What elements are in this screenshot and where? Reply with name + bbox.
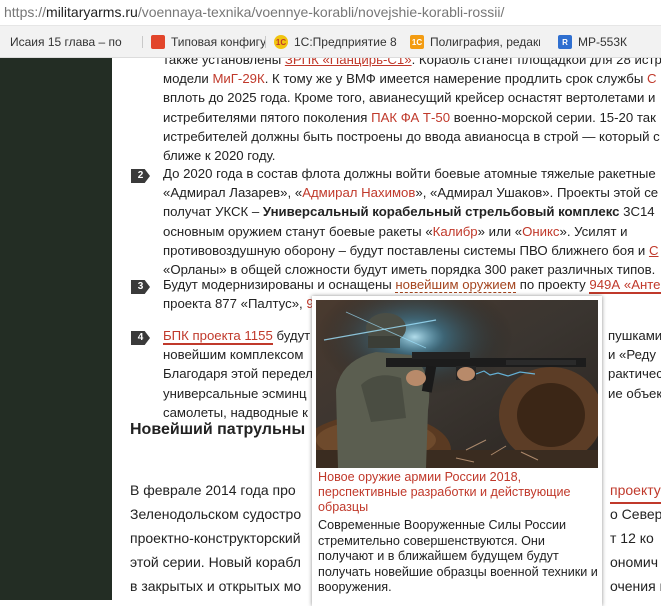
section-heading: Новейший патрульны [130,421,306,438]
bookmark-label: Типовая конфигурац [171,35,265,49]
url-path: /voennaya-texnika/voennye-korabli/novejs… [137,4,505,20]
link-bpk-1155[interactable]: БПК проекта 1155 [163,328,273,345]
link-project-truncated[interactable]: проекту 2 [610,478,661,504]
link-pak-fa[interactable]: ПАК ФА Т-50 [371,110,450,125]
bookmark-label: Исаия 15 глава – по [10,35,122,49]
link-admiral-nakhimov[interactable]: Адмирал Нахимов [302,185,415,200]
link-newest-weapon[interactable]: новейшим оружием [395,277,517,293]
bookmark-tipovaya[interactable]: Типовая конфигурац [151,32,265,52]
bookmarks-bar: Исаия 15 глава – по Типовая конфигурац 1… [0,26,661,58]
bookmark-poligrafiya[interactable]: 1C Полиграфия, редакц [410,32,540,52]
bookmark-isaiah[interactable]: Исаия 15 глава – по [10,32,142,52]
bookmark-mr553k[interactable]: R МР-553К [558,32,648,52]
link-truncated[interactable]: С [647,71,657,86]
preview-card-description: Современные Вооруженные Силы России стре… [318,518,598,595]
link-kalibr[interactable]: Калибр [433,224,478,239]
1c-logo-icon: 1С [274,35,288,49]
soldier-rifle-image[interactable] [316,300,598,468]
orange-1c-icon: 1C [410,35,424,49]
paragraph-item-4: БПК проекта 1155 будут пушками новейшим … [163,328,661,420]
red-square-icon [151,35,165,49]
list-number-4: 4 [131,331,150,345]
blue-bookmark-icon: R [558,35,572,49]
bookmark-label: 1С:Предприятие 8 [294,35,397,49]
preview-card-title[interactable]: Новое оружие армии России 2018, перспект… [318,470,598,515]
list-number-3: 3 [131,280,150,294]
preview-photo [316,300,598,468]
link-949a[interactable]: 949А «Анте [589,277,661,294]
link-oniks[interactable]: Оникс [522,224,559,239]
url-text[interactable]: https://militaryarms.ru/voennaya-texnika… [4,4,504,20]
bookmark-separator [265,36,266,48]
bookmark-separator [142,36,143,48]
url-host: militaryarms.ru [46,4,138,20]
list-number-2: 2 [131,169,150,183]
link-pantsir[interactable]: ЗРПК «Панцирь-С1» [285,58,412,67]
paragraph-item-2: До 2020 года в состав флота должны войти… [163,166,659,278]
bookmark-1c[interactable]: 1С 1С:Предприятие 8 [274,32,398,52]
bookmark-label: МР-553К [578,35,628,49]
link-mig29k[interactable]: МиГ-29К [212,71,264,86]
address-bar[interactable]: https://militaryarms.ru/voennaya-texnika… [0,0,661,26]
link-preview-card[interactable]: Новое оружие армии России 2018, перспект… [312,296,602,606]
paragraph-patrol-ship: В феврале 2014 года пропроекту 2 Зеленод… [130,478,661,598]
page-left-sidebar [0,58,112,600]
link-truncated-s[interactable]: С [649,243,659,258]
url-scheme: https:// [4,4,47,20]
bookmark-label: Полиграфия, редакц [430,35,540,49]
paragraph-aircraft-carrier: также установлены ЗРПК «Панцирь-С1». Кор… [163,58,661,165]
